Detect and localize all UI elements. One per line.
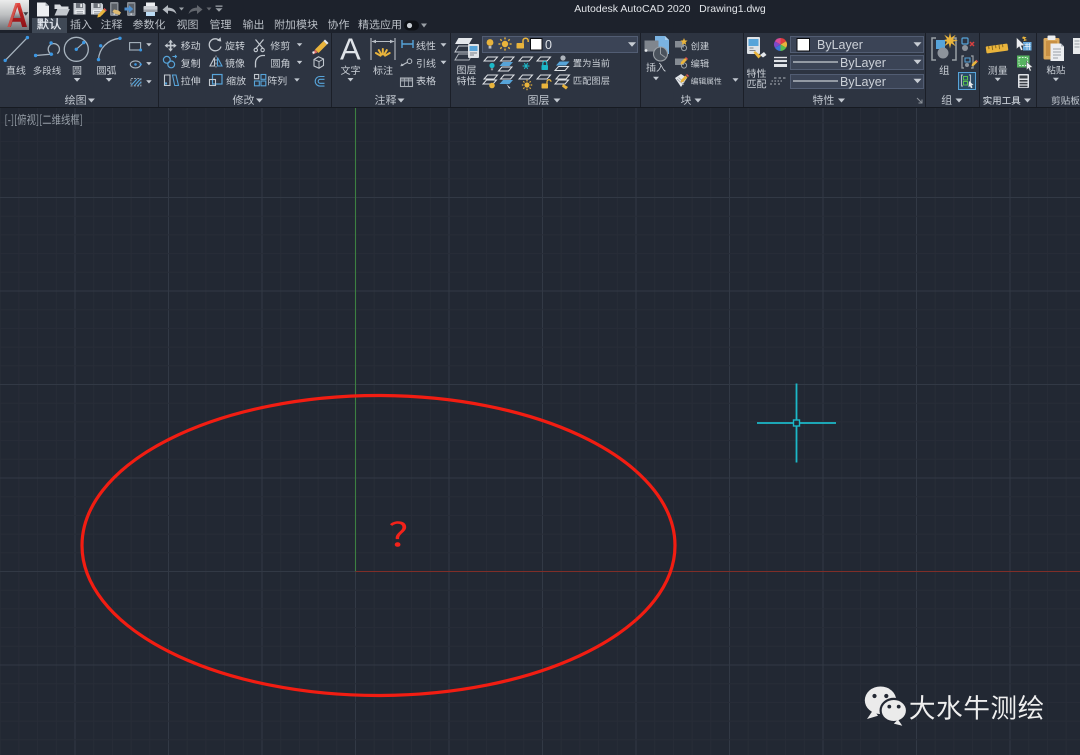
svg-text:A: A — [340, 32, 361, 67]
